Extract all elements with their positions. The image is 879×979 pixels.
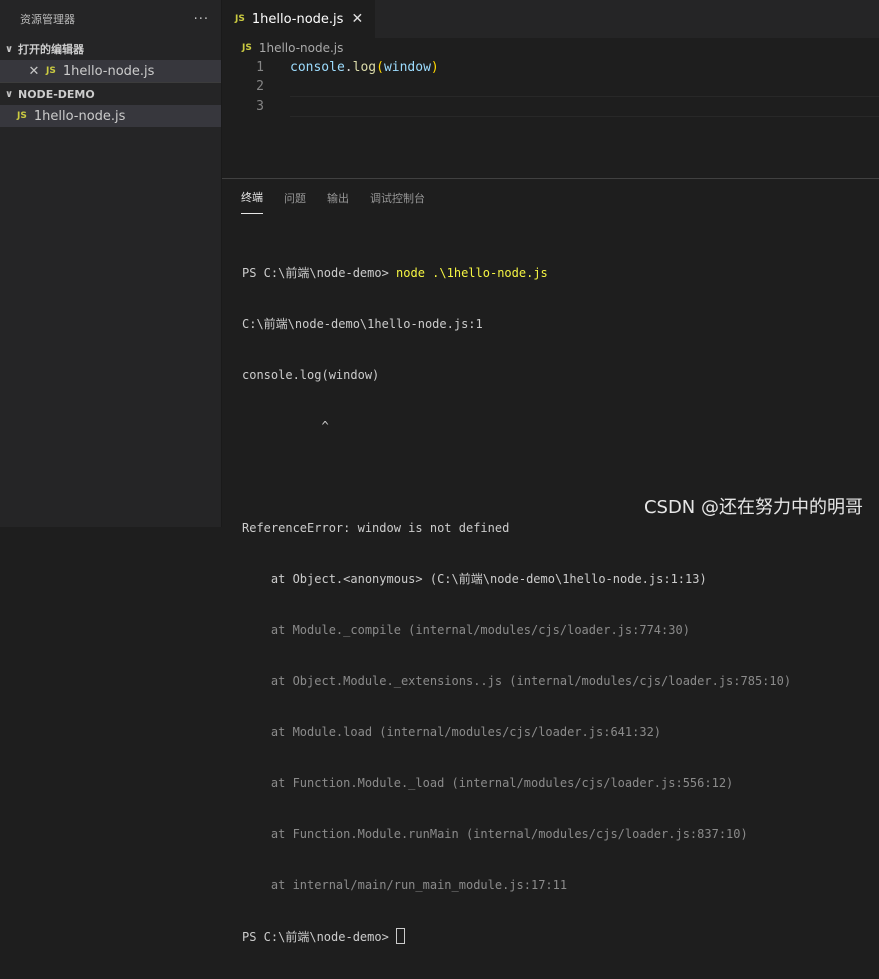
tab-debug-console[interactable]: 调试控制台	[370, 179, 425, 214]
terminal-prompt: PS C:\前端\node-demo>	[242, 930, 397, 944]
code-line: 1 console. log(window)	[222, 58, 879, 77]
breadcrumb[interactable]: JS 1hello-node.js	[222, 38, 879, 58]
tab-bar: JS 1hello-node.js ✕	[222, 0, 879, 38]
code-line-current: 3	[256, 96, 879, 117]
tab-terminal[interactable]: 终端	[241, 179, 263, 214]
stack-line: at Object.Module._extensions..js (intern…	[242, 674, 792, 688]
close-icon[interactable]: ✕	[349, 11, 365, 27]
close-icon[interactable]: ✕	[26, 64, 42, 79]
code-token: )	[430, 60, 439, 75]
code-token: log	[352, 60, 377, 75]
code-token: window	[383, 60, 431, 75]
tab-label: 1hello-node.js	[251, 11, 344, 27]
tab-1hello-node[interactable]: JS 1hello-node.js ✕	[222, 0, 376, 38]
explorer-title: 资源管理器	[20, 13, 75, 26]
code-token: (	[376, 60, 384, 75]
bottom-panel: 终端 问题 输出 调试控制台 PS C:\前端\node-demo> node …	[222, 178, 879, 944]
breadcrumb-file: 1hello-node.js	[258, 41, 344, 55]
terminal-line: console.log(window)	[242, 368, 380, 382]
ellipsis-icon[interactable]: ···	[194, 12, 209, 27]
terminal-line: ^	[242, 419, 329, 433]
stack-line: at Module._compile (internal/modules/cjs…	[242, 623, 690, 637]
project-section[interactable]: ∨ NODE-DEMO	[0, 83, 221, 105]
code-token: console	[290, 60, 345, 75]
explorer-header: 资源管理器 ···	[0, 0, 221, 38]
tab-output[interactable]: 输出	[327, 179, 349, 214]
terminal-line: PS C:\前端\node-demo> node .\1hello-node.j…	[242, 265, 879, 282]
code-editor[interactable]: 1 console. log(window) 2 3	[222, 58, 879, 117]
terminal-command: node .\1hello-node.js	[396, 266, 548, 280]
file-name: 1hello-node.js	[33, 108, 126, 124]
chevron-down-icon: ∨	[4, 43, 14, 55]
terminal-line: C:\前端\node-demo\1hello-node.js:1	[242, 317, 483, 331]
editor-area: JS 1hello-node.js ✕ JS 1hello-node.js 1 …	[222, 0, 879, 178]
stack-line: at Function.Module._load (internal/modul…	[242, 776, 734, 790]
chevron-down-icon: ∨	[4, 88, 14, 100]
terminal-prompt: PS C:\前端\node-demo>	[242, 266, 397, 280]
open-editor-item[interactable]: ✕ JS 1hello-node.js	[0, 60, 221, 82]
js-file-icon: JS	[235, 14, 245, 24]
stack-line: at internal/main/run_main_module.js:17:1…	[242, 878, 568, 892]
terminal[interactable]: PS C:\前端\node-demo> node .\1hello-node.j…	[222, 214, 879, 979]
code-token: .	[344, 60, 353, 75]
terminal-line: at Object.<anonymous> (C:\前端\node-demo\1…	[242, 572, 707, 586]
js-file-icon: JS	[242, 43, 252, 53]
watermark: CSDN @还在努力中的明哥	[643, 497, 863, 518]
tab-problems[interactable]: 问题	[284, 179, 306, 214]
stack-line: at Module.load (internal/modules/cjs/loa…	[242, 725, 662, 739]
line-number: 1	[256, 60, 264, 75]
line-number: 2	[256, 79, 264, 94]
code-line: 2	[222, 77, 879, 96]
open-editors-section[interactable]: ∨ 打开的编辑器	[0, 38, 221, 60]
terminal-line: PS C:\前端\node-demo>	[242, 928, 879, 945]
terminal-line: ReferenceError: window is not defined	[242, 521, 510, 535]
explorer-sidebar: 资源管理器 ··· ∨ 打开的编辑器 ✕ JS 1hello-node.js ∨…	[0, 0, 222, 527]
stack-line: at Function.Module.runMain (internal/mod…	[242, 827, 748, 841]
js-file-icon: JS	[17, 111, 27, 121]
line-number: 3	[256, 99, 264, 114]
project-label: NODE-DEMO	[18, 87, 95, 101]
open-editors-label: 打开的编辑器	[18, 43, 84, 56]
panel-tabs: 终端 问题 输出 调试控制台	[222, 179, 879, 214]
terminal-cursor	[396, 928, 406, 944]
file-name: 1hello-node.js	[62, 63, 155, 79]
project-file-item[interactable]: JS 1hello-node.js	[0, 105, 221, 127]
js-file-icon: JS	[46, 66, 56, 76]
